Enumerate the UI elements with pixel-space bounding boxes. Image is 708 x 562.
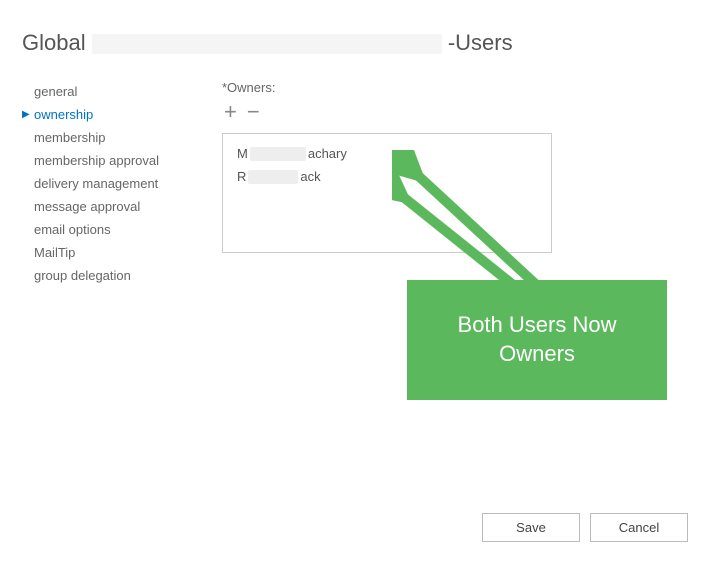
sidebar-item-membership[interactable]: membership <box>22 126 202 149</box>
sidebar: general ▶ ownership membership membershi… <box>22 80 202 287</box>
title-redacted <box>92 34 442 54</box>
sidebar-item-label: email options <box>34 222 111 237</box>
callout-text: Both Users Now Owners <box>427 311 647 368</box>
sidebar-item-delivery-management[interactable]: delivery management <box>22 172 202 195</box>
page-title: Global -Users <box>0 0 708 56</box>
sidebar-item-label: ownership <box>34 107 93 122</box>
sidebar-item-email-options[interactable]: email options <box>22 218 202 241</box>
sidebar-item-label: message approval <box>34 199 140 214</box>
footer: Save Cancel <box>482 513 688 542</box>
cancel-button[interactable]: Cancel <box>590 513 688 542</box>
annotation-callout: Both Users Now Owners <box>407 280 667 400</box>
owners-listbox[interactable]: M achary R ack <box>222 133 552 253</box>
sidebar-item-message-approval[interactable]: message approval <box>22 195 202 218</box>
owner-row[interactable]: M achary <box>237 146 537 161</box>
remove-icon[interactable]: − <box>247 101 260 123</box>
sidebar-item-ownership[interactable]: ▶ ownership <box>22 103 202 126</box>
owners-toolbar: + − <box>222 101 708 123</box>
owner-name-suffix: achary <box>308 146 347 161</box>
caret-right-icon: ▶ <box>22 109 34 120</box>
sidebar-item-label: group delegation <box>34 268 131 283</box>
sidebar-item-label: general <box>34 84 77 99</box>
sidebar-item-label: membership <box>34 130 106 145</box>
owners-label: *Owners: <box>222 80 708 95</box>
main-panel: *Owners: + − M achary R ack <box>202 80 708 287</box>
sidebar-item-membership-approval[interactable]: membership approval <box>22 149 202 172</box>
save-button[interactable]: Save <box>482 513 580 542</box>
sidebar-item-label: delivery management <box>34 176 158 191</box>
sidebar-item-mailtip[interactable]: MailTip <box>22 241 202 264</box>
sidebar-item-label: MailTip <box>34 245 75 260</box>
sidebar-item-general[interactable]: general <box>22 80 202 103</box>
sidebar-item-label: membership approval <box>34 153 159 168</box>
owner-name-redacted <box>250 147 306 161</box>
title-suffix: -Users <box>448 30 513 55</box>
add-icon[interactable]: + <box>224 101 237 123</box>
owner-name-prefix: R <box>237 169 246 184</box>
owner-row[interactable]: R ack <box>237 169 537 184</box>
owner-name-prefix: M <box>237 146 248 161</box>
owner-name-suffix: ack <box>300 169 320 184</box>
owner-name-redacted <box>248 170 298 184</box>
sidebar-item-group-delegation[interactable]: group delegation <box>22 264 202 287</box>
title-prefix: Global <box>22 30 86 55</box>
